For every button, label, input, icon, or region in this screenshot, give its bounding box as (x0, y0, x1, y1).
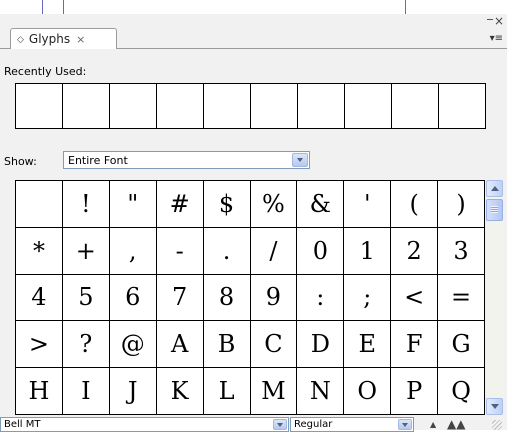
glyph-cell[interactable]: ; (344, 274, 392, 322)
tab-glyphs[interactable]: ◇ Glyphs × (10, 28, 117, 49)
recently-used-grid (15, 83, 486, 129)
recent-glyph-cell[interactable] (157, 84, 204, 129)
glyph-cell[interactable]: ( (391, 181, 439, 228)
glyph-cell[interactable]: Q (438, 368, 485, 415)
show-select[interactable]: Entire Font (63, 151, 310, 169)
recent-glyph-cell[interactable] (63, 84, 110, 129)
glyph-cell[interactable]: J (109, 368, 157, 415)
glyph-cell[interactable]: 7 (156, 274, 204, 322)
glyph-cell[interactable]: . (203, 227, 251, 275)
glyph-cell[interactable]: " (109, 181, 157, 228)
glyph-cell[interactable]: F (391, 321, 439, 369)
glyph-cell[interactable]: L (203, 368, 251, 415)
glyph-cell[interactable]: - (156, 227, 204, 275)
glyph-cell[interactable]: # (156, 181, 204, 228)
font-style-value: Regular (294, 419, 333, 430)
zoom-out-icon[interactable]: ▲ (430, 420, 436, 429)
tab-bar: ◇ Glyphs × ▾≡ (0, 26, 507, 49)
chevron-down-icon[interactable] (398, 419, 412, 430)
glyph-cell[interactable]: ) (438, 181, 485, 228)
chevron-down-icon[interactable] (292, 153, 308, 167)
glyph-cell[interactable]: O (344, 368, 392, 415)
recent-glyph-cell[interactable] (16, 84, 63, 129)
glyph-cell[interactable]: / (250, 227, 298, 275)
glyph-cell[interactable]: : (297, 274, 345, 322)
glyph-cell[interactable]: H (16, 368, 63, 415)
recent-glyph-cell[interactable] (298, 84, 345, 129)
recent-glyph-cell[interactable] (204, 84, 251, 129)
recent-glyph-cell[interactable] (110, 84, 157, 129)
glyph-cell[interactable]: & (297, 181, 345, 228)
glyph-cell[interactable]: 3 (438, 227, 485, 275)
glyphs-panel: × ◇ Glyphs × ▾≡ Recently Used: Show: Entir… (0, 14, 507, 432)
glyph-cell[interactable]: ? (62, 321, 110, 369)
glyph-cell[interactable]: 4 (16, 274, 63, 322)
glyph-cell[interactable]: 2 (391, 227, 439, 275)
panel-menu-icon[interactable]: ▾≡ (490, 34, 503, 44)
glyph-cell[interactable] (16, 181, 63, 228)
guide-line (42, 0, 43, 14)
glyph-cell[interactable]: K (156, 368, 204, 415)
resize-grip-icon[interactable] (492, 420, 502, 430)
glyph-cell[interactable]: % (250, 181, 298, 228)
minimize-icon[interactable] (487, 19, 493, 20)
recent-glyph-cell[interactable] (439, 84, 486, 129)
font-family-value: Bell MT (4, 419, 41, 430)
glyph-cell[interactable]: D (297, 321, 345, 369)
glyph-cell[interactable]: 9 (250, 274, 298, 322)
glyph-cell[interactable]: A (156, 321, 204, 369)
recently-used-label: Recently Used: (4, 65, 87, 78)
glyph-cell[interactable]: N (297, 368, 345, 415)
glyph-cell[interactable]: I (62, 368, 110, 415)
glyph-cell[interactable]: @ (109, 321, 157, 369)
scroll-down-icon[interactable] (486, 398, 503, 415)
show-label: Show: (4, 155, 37, 168)
vertical-scrollbar[interactable] (486, 180, 503, 415)
glyph-cell[interactable]: G (438, 321, 485, 369)
glyph-cell[interactable]: , (109, 227, 157, 275)
glyph-cell[interactable]: E (344, 321, 392, 369)
glyph-cell[interactable]: + (62, 227, 110, 275)
recent-glyph-cell[interactable] (392, 84, 439, 129)
glyph-cell[interactable]: 1 (344, 227, 392, 275)
glyph-grid: ! " # $% & '() * +, -./0 1 2 3 4 5 6 7 8 9:; < = >? @ A B C D E F G H… (15, 180, 485, 415)
glyph-cell[interactable]: M (250, 368, 298, 415)
scroll-thumb[interactable] (486, 199, 503, 221)
glyph-cell[interactable]: B (203, 321, 251, 369)
glyph-cell[interactable]: 8 (203, 274, 251, 322)
glyph-cell[interactable]: ! (62, 181, 110, 228)
guide-line (405, 0, 406, 14)
glyph-cell[interactable]: = (438, 274, 485, 322)
recent-glyph-cell[interactable] (345, 84, 392, 129)
glyph-cell[interactable]: $ (203, 181, 251, 228)
glyph-cell[interactable]: 0 (297, 227, 345, 275)
zoom-in-icon[interactable]: ▲▲ (447, 417, 465, 431)
scroll-up-icon[interactable] (486, 180, 503, 197)
glyph-cell[interactable]: 6 (109, 274, 157, 322)
glyph-cell[interactable]: P (391, 368, 439, 415)
glyph-cell[interactable]: < (391, 274, 439, 322)
show-select-value: Entire Font (68, 154, 128, 167)
chevron-down-icon[interactable] (273, 419, 287, 430)
tab-title: Glyphs (28, 32, 71, 46)
diamond-icon: ◇ (17, 35, 24, 45)
glyph-cell[interactable]: C (250, 321, 298, 369)
recent-glyph-cell[interactable] (251, 84, 298, 129)
glyph-cell[interactable]: * (16, 227, 63, 275)
glyph-cell[interactable]: 5 (62, 274, 110, 322)
tab-close-icon[interactable]: × (76, 33, 85, 46)
glyph-cell[interactable]: > (16, 321, 63, 369)
guide-line (63, 0, 64, 14)
glyph-cell[interactable]: ' (344, 181, 392, 228)
